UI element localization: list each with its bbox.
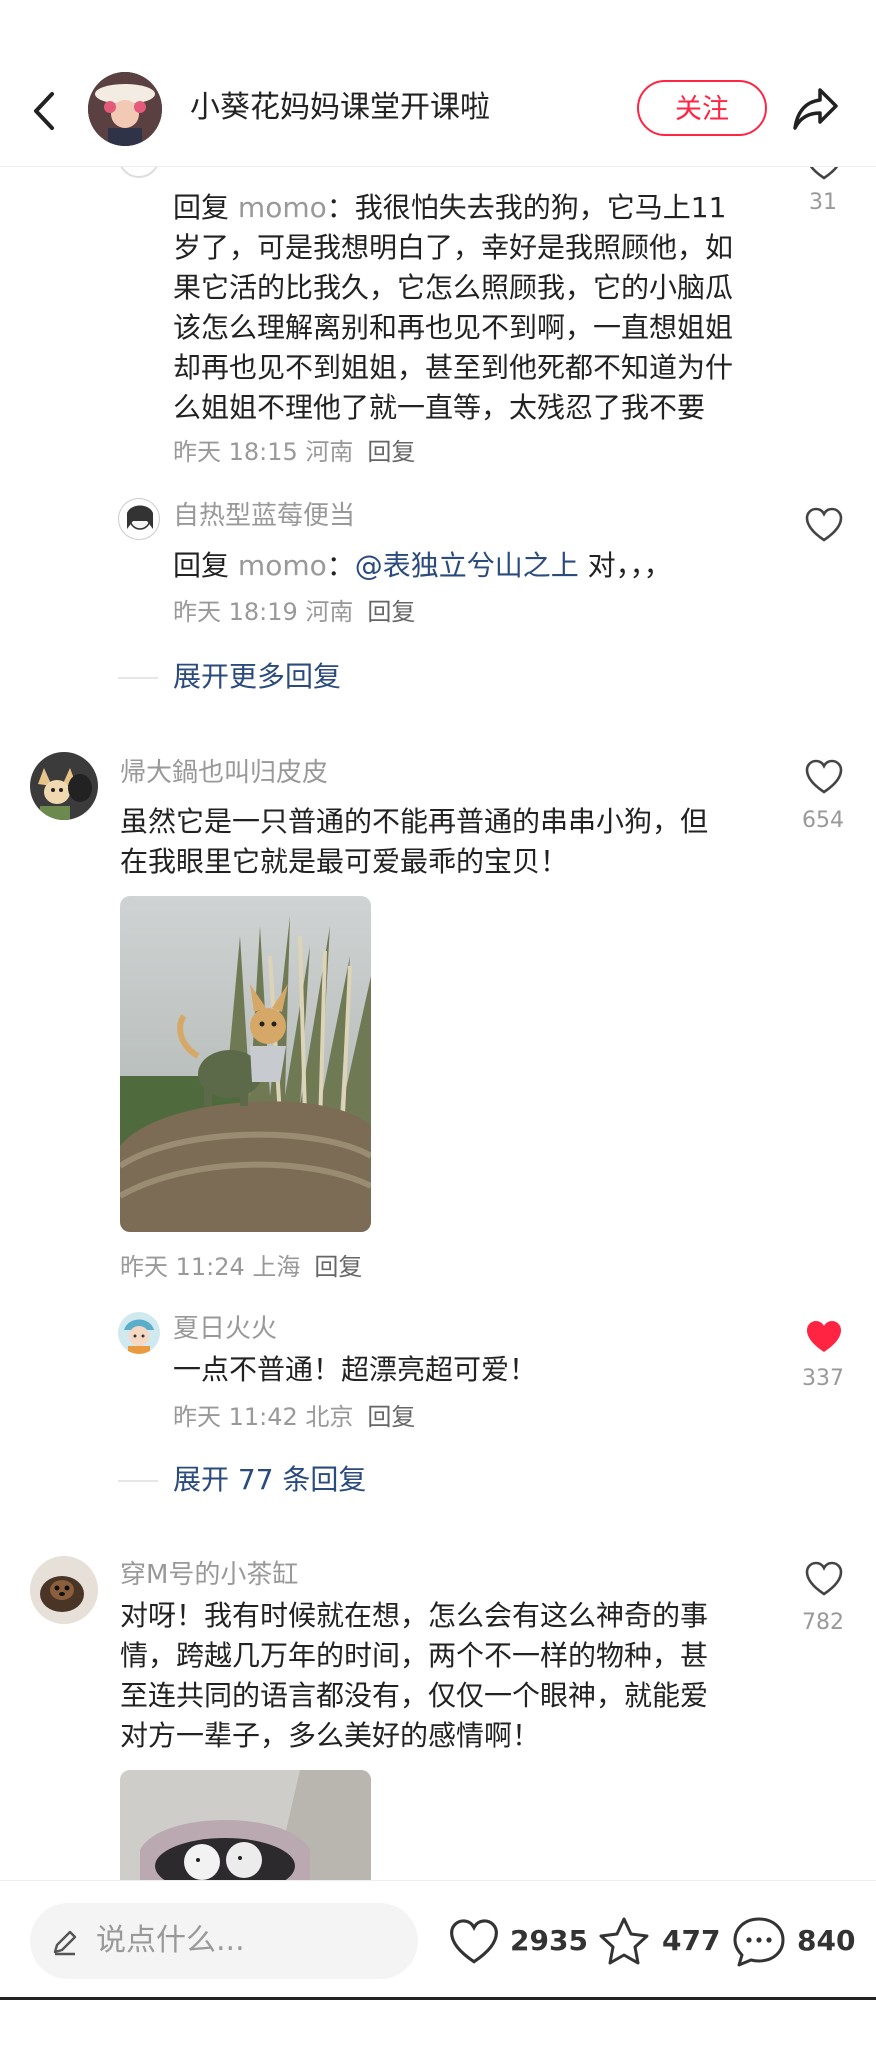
divider <box>0 1997 876 2000</box>
back-arrow-icon[interactable] <box>26 84 62 138</box>
avatar[interactable] <box>30 752 98 820</box>
heart-filled-icon[interactable] <box>804 1318 844 1356</box>
comment-list[interactable]: 31 回复 momo：我很怕失去我的狗，它马上11 岁了，可是我想明白了，幸好是… <box>0 166 876 1880</box>
heart-icon[interactable] <box>804 166 844 182</box>
page-title: 小葵花妈妈课堂开课啦 <box>190 90 490 125</box>
reply-target[interactable]: momo <box>238 549 327 582</box>
avatar[interactable] <box>118 1312 160 1354</box>
expand-replies-link[interactable]: 展开更多回复 <box>173 657 341 697</box>
comment-meta: 昨天 18:19 河南 回复 <box>173 598 416 626</box>
comment-photo-stroller[interactable] <box>120 1770 371 1880</box>
comment-total: 840 <box>797 1924 856 1957</box>
divider <box>118 677 158 679</box>
avatar[interactable] <box>118 166 160 178</box>
collect-total: 477 <box>662 1924 721 1957</box>
like-total: 2935 <box>510 1924 588 1957</box>
timestamp-location: 昨天 18:15 河南 <box>173 438 354 466</box>
like-count: 31 <box>809 190 837 215</box>
divider <box>118 1480 158 1482</box>
reply-word: 回复 <box>173 191 230 224</box>
reply-text: 回复 momo：我很怕失去我的狗，它马上11 岁了，可是我想明白了，幸好是我照顾… <box>173 191 734 424</box>
star-icon[interactable] <box>596 1915 652 1969</box>
heart-icon[interactable] <box>804 506 844 544</box>
username[interactable]: 帰大鍋也叫归皮皮 <box>120 756 328 790</box>
like-count: 337 <box>802 1366 844 1391</box>
comment-input[interactable]: 说点什么... <box>30 1903 418 1979</box>
username[interactable]: 自热型蓝莓便当 <box>173 499 355 533</box>
username[interactable]: 穿M号的小茶缸 <box>120 1558 298 1592</box>
header-bar: 小葵花妈妈课堂开课啦 关注 <box>0 0 876 167</box>
comment-placeholder: 说点什么... <box>96 1923 245 1958</box>
follow-button[interactable]: 关注 <box>637 80 767 136</box>
like-count: 654 <box>802 808 844 833</box>
heart-icon[interactable] <box>804 1560 844 1598</box>
like-icon[interactable] <box>447 1917 501 1967</box>
comment-meta: 昨天 18:15 河南 回复 <box>173 436 415 468</box>
pencil-icon <box>53 1930 77 1956</box>
reply-link[interactable]: 回复 <box>367 598 415 626</box>
author-avatar[interactable] <box>88 72 162 146</box>
comment-bubble-icon[interactable] <box>730 1914 788 1970</box>
comment-text: 虽然它是一只普通的不能再普通的串串小狗，但 在我眼里它就是最可爱最乖的宝贝！ <box>120 805 709 878</box>
comment-text: 对呀！我有时候就在想，怎么会有这么神奇的事 情，跨越几万年的时间，两个不一样的物… <box>120 1599 709 1752</box>
reply-text: 一点不普通！超漂亮超可爱！ <box>173 1353 538 1386</box>
comment-meta: 昨天 11:24 上海 回复 <box>120 1253 363 1281</box>
username[interactable]: 夏日火火 <box>173 1312 277 1346</box>
reply-link[interactable]: 回复 <box>367 438 415 466</box>
reply-link[interactable]: 回复 <box>314 1253 362 1281</box>
comment-meta: 昨天 11:42 北京 回复 <box>173 1403 416 1431</box>
bottom-action-bar: 说点什么... 2935 477 840 <box>0 1880 876 2001</box>
reply-link[interactable]: 回复 <box>367 1403 415 1431</box>
share-icon[interactable] <box>790 82 842 134</box>
mention-link[interactable]: @表独立兮山之上 <box>355 549 579 582</box>
reply-text: 回复 momo：@表独立兮山之上 对，，， <box>173 549 672 582</box>
reply-target[interactable]: momo <box>238 191 327 224</box>
comment-photo-dog[interactable] <box>120 896 371 1232</box>
like-count: 782 <box>802 1610 844 1635</box>
expand-replies-link[interactable]: 展开 77 条回复 <box>173 1460 366 1500</box>
heart-icon[interactable] <box>804 758 844 796</box>
avatar[interactable] <box>118 498 160 540</box>
avatar[interactable] <box>30 1556 98 1624</box>
